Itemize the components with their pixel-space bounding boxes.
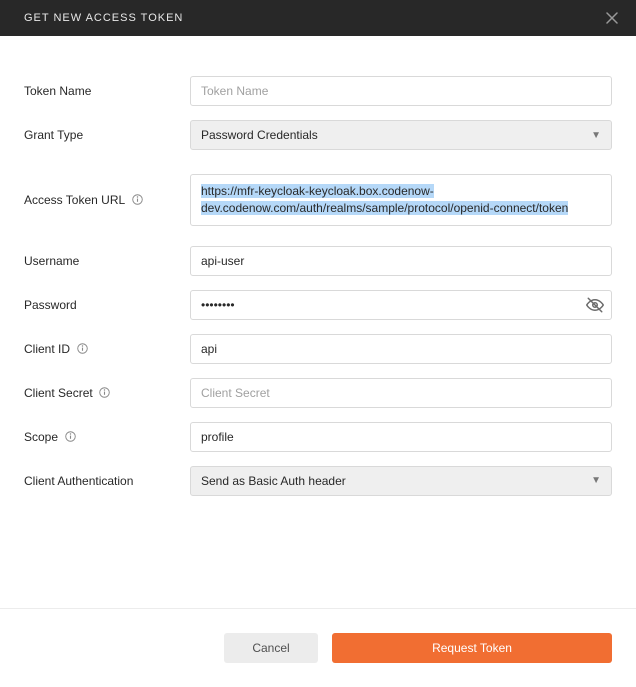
label-client-auth: Client Authentication [24, 474, 190, 488]
grant-type-select[interactable]: Password Credentials ▼ [190, 120, 612, 150]
dialog-header: GET NEW ACCESS TOKEN [0, 0, 636, 36]
chevron-down-icon: ▼ [591, 475, 601, 486]
row-username: Username [24, 246, 612, 276]
row-token-name: Token Name [24, 76, 612, 106]
close-icon[interactable] [604, 10, 620, 26]
label-access-token-url: Access Token URL [24, 193, 190, 207]
client-id-input[interactable] [190, 334, 612, 364]
dialog-footer: Cancel Request Token [0, 633, 636, 687]
client-auth-select[interactable]: Send as Basic Auth header ▼ [190, 466, 612, 496]
row-access-token-url: Access Token URL https://mfr-keycloak-ke… [24, 174, 612, 226]
get-token-dialog: GET NEW ACCESS TOKEN Token Name Grant Ty… [0, 0, 636, 687]
row-client-auth: Client Authentication Send as Basic Auth… [24, 466, 612, 496]
scope-input[interactable] [190, 422, 612, 452]
info-icon[interactable] [64, 431, 76, 443]
eye-off-icon[interactable] [586, 296, 604, 314]
divider [0, 608, 636, 609]
token-form: Token Name Grant Type Password Credentia… [0, 36, 636, 496]
label-token-name: Token Name [24, 84, 190, 98]
row-grant-type: Grant Type Password Credentials ▼ [24, 120, 612, 150]
info-icon[interactable] [131, 194, 143, 206]
row-scope: Scope [24, 422, 612, 452]
token-name-input[interactable] [190, 76, 612, 106]
chevron-down-icon: ▼ [591, 130, 601, 141]
dialog-title: GET NEW ACCESS TOKEN [24, 12, 604, 24]
label-password: Password [24, 298, 190, 312]
label-client-secret: Client Secret [24, 386, 190, 400]
row-client-id: Client ID [24, 334, 612, 364]
password-input[interactable] [190, 290, 612, 320]
label-client-id: Client ID [24, 342, 190, 356]
label-username: Username [24, 254, 190, 268]
label-scope: Scope [24, 430, 190, 444]
info-icon[interactable] [76, 343, 88, 355]
info-icon[interactable] [99, 387, 111, 399]
label-grant-type: Grant Type [24, 128, 190, 142]
username-input[interactable] [190, 246, 612, 276]
row-client-secret: Client Secret [24, 378, 612, 408]
access-token-url-input[interactable]: https://mfr-keycloak-keycloak.box.codeno… [190, 174, 612, 226]
row-password: Password [24, 290, 612, 320]
client-secret-input[interactable] [190, 378, 612, 408]
